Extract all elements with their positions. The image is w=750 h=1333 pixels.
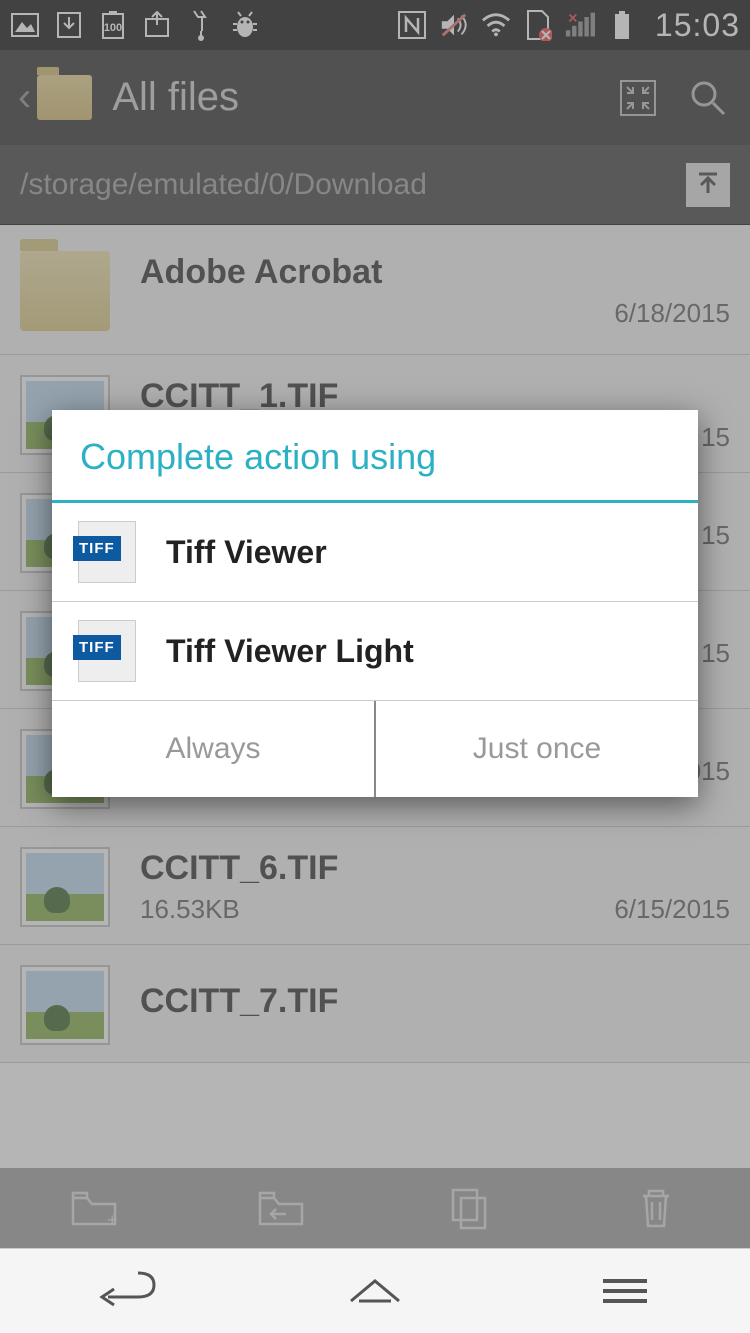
copy-button[interactable] <box>375 1168 563 1248</box>
list-item[interactable]: Adobe Acrobat 6/18/2015 <box>0 225 750 355</box>
app-header: ‹ All files <box>0 50 750 145</box>
mute-icon <box>439 10 469 40</box>
list-item[interactable]: CCITT_7.TIF <box>0 945 750 1063</box>
up-button[interactable] <box>686 163 730 207</box>
svg-text:✕: ✕ <box>568 11 578 25</box>
new-folder-button[interactable]: + <box>0 1168 188 1248</box>
tiff-app-icon <box>78 521 136 583</box>
image-thumb <box>20 965 110 1045</box>
folder-icon <box>20 251 110 331</box>
status-bar: 100 ✕ 15:03 <box>0 0 750 50</box>
collapse-icon[interactable] <box>614 74 662 122</box>
back-button[interactable] <box>0 1249 250 1333</box>
back-icon[interactable]: ‹ <box>18 75 31 120</box>
svg-text:100: 100 <box>104 22 122 34</box>
dialog-title: Complete action using <box>52 410 698 500</box>
breadcrumb-path: /storage/emulated/0/Download <box>20 168 686 202</box>
list-item[interactable]: CCITT_6.TIF 16.53KB 6/15/2015 <box>0 827 750 945</box>
usb-icon <box>186 10 216 40</box>
dialog-option[interactable]: Tiff Viewer Light <box>52 602 698 701</box>
dialog-option[interactable]: Tiff Viewer <box>52 503 698 602</box>
option-label: Tiff Viewer Light <box>166 633 414 670</box>
image-thumb <box>20 847 110 927</box>
folder-icon <box>37 75 92 120</box>
file-name: Adobe Acrobat <box>140 253 730 292</box>
nav-bar <box>0 1248 750 1333</box>
gallery-icon <box>10 10 40 40</box>
tiff-app-icon <box>78 620 136 682</box>
no-signal-icon: ✕ <box>565 10 595 40</box>
delete-button[interactable] <box>563 1168 750 1248</box>
open-with-dialog: Complete action using Tiff Viewer Tiff V… <box>52 410 698 797</box>
option-label: Tiff Viewer <box>166 534 327 571</box>
menu-button[interactable] <box>500 1249 750 1333</box>
home-button[interactable] <box>250 1249 500 1333</box>
battery-100-icon: 100 <box>98 10 128 40</box>
battery-icon <box>607 10 637 40</box>
wifi-icon <box>481 10 511 40</box>
svg-text:+: + <box>107 1210 118 1228</box>
breadcrumb-bar: /storage/emulated/0/Download <box>0 145 750 225</box>
nfc-icon <box>397 10 427 40</box>
search-icon[interactable] <box>684 74 732 122</box>
file-date: 6/15/2015 <box>614 894 730 925</box>
file-name: CCITT_7.TIF <box>140 982 730 1021</box>
sim-error-icon <box>523 10 553 40</box>
file-name: CCITT_6.TIF <box>140 849 730 888</box>
action-bar: + <box>0 1168 750 1248</box>
download-icon <box>54 10 84 40</box>
file-size: 16.53KB <box>140 894 240 925</box>
just-once-button[interactable]: Just once <box>374 701 698 797</box>
file-date: 6/18/2015 <box>614 298 730 329</box>
header-title: All files <box>112 75 592 120</box>
share-icon <box>142 10 172 40</box>
move-button[interactable] <box>188 1168 376 1248</box>
clock: 15:03 <box>655 7 740 44</box>
bug-icon <box>230 10 260 40</box>
always-button[interactable]: Always <box>52 701 374 797</box>
